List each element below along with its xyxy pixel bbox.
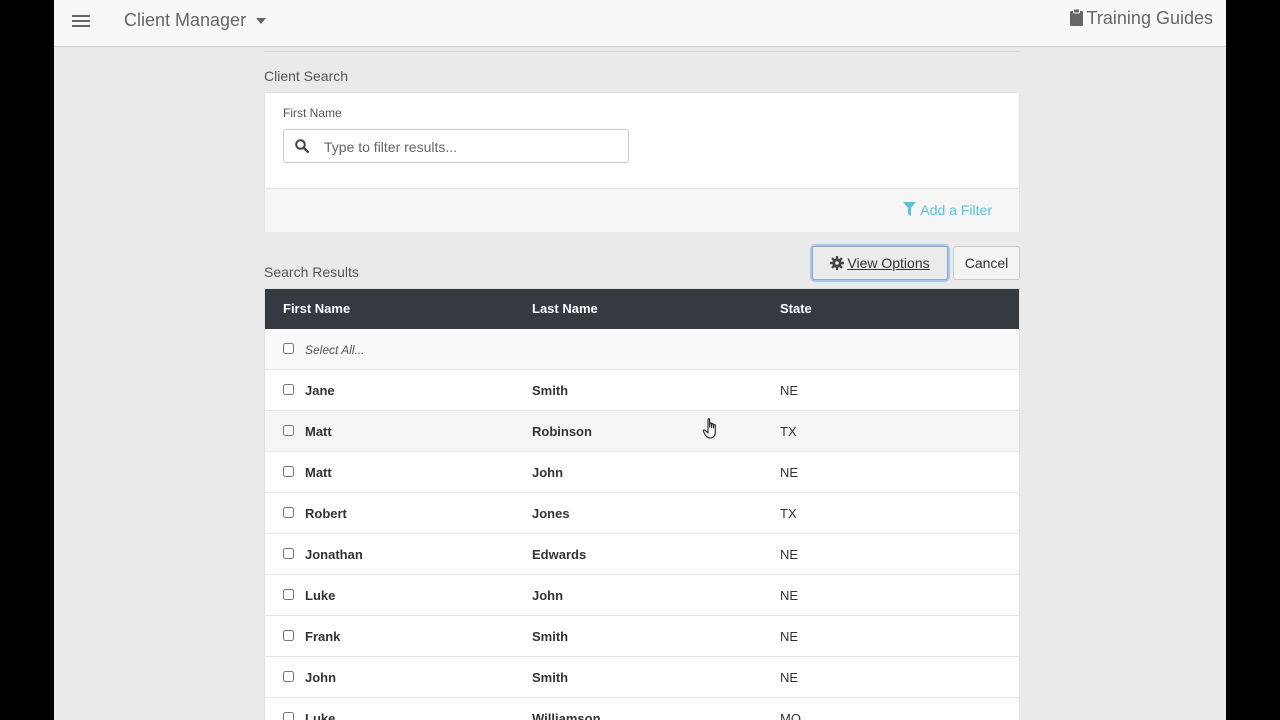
app-switcher-dropdown[interactable]: Client Manager <box>124 10 267 31</box>
last-name-cell: Smith <box>532 383 569 398</box>
select-all-label: Select All... <box>305 343 365 357</box>
filter-icon <box>903 202 917 216</box>
last-name-cell: John <box>532 588 564 603</box>
first-name-search-input[interactable] <box>322 136 616 158</box>
view-options-button[interactable]: View Options <box>812 246 948 280</box>
state-cell: MO <box>780 711 801 720</box>
gear-icon <box>830 256 845 270</box>
first-name-cell: Jane <box>305 383 335 398</box>
first-name-cell: Frank <box>305 629 341 644</box>
table-row[interactable]: Frank Smith NE <box>265 616 1019 657</box>
add-filter-button[interactable]: Add a Filter <box>903 202 992 218</box>
filter-bar: Add a Filter <box>265 188 1019 232</box>
training-guides-link[interactable]: Training Guides <box>1069 8 1213 29</box>
first-name-cell: Matt <box>305 424 332 439</box>
results-table: First Name Last Name State Select All...… <box>264 288 1020 720</box>
last-name-cell: Williamson <box>532 711 601 720</box>
client-search-panel: First Name Add a Filter <box>264 92 1020 232</box>
client-search-heading: Client Search <box>264 68 349 84</box>
last-name-cell: Smith <box>532 670 569 685</box>
state-cell: NE <box>780 670 799 685</box>
column-header-first-name[interactable]: First Name <box>283 301 350 316</box>
table-row[interactable]: John Smith NE <box>265 657 1019 698</box>
last-name-cell: Jones <box>532 506 570 521</box>
table-row[interactable]: Matt John NE <box>265 452 1019 493</box>
first-name-cell: Matt <box>305 465 332 480</box>
divider <box>264 51 1020 52</box>
app-window: Client Manager Training Guides Client Se… <box>54 0 1226 720</box>
first-name-cell: Robert <box>305 506 347 521</box>
state-cell: NE <box>780 465 799 480</box>
row-checkbox[interactable] <box>283 671 294 682</box>
state-cell: NE <box>780 383 799 398</box>
state-cell: NE <box>780 547 799 562</box>
row-checkbox[interactable] <box>283 425 294 436</box>
column-header-last-name[interactable]: Last Name <box>532 301 598 316</box>
caret-down-icon <box>256 18 267 25</box>
state-cell: TX <box>780 506 797 521</box>
row-checkbox[interactable] <box>283 548 294 559</box>
hand-cursor-icon <box>703 418 716 439</box>
clipboard-icon <box>1069 9 1083 26</box>
search-icon <box>295 139 309 153</box>
row-checkbox[interactable] <box>283 384 294 395</box>
first-name-cell: Luke <box>305 711 336 720</box>
first-name-cell: Luke <box>305 588 336 603</box>
view-options-label: View Options <box>847 255 930 271</box>
row-checkbox[interactable] <box>283 507 294 518</box>
menu-icon[interactable] <box>72 12 90 28</box>
training-guides-label: Training Guides <box>1086 8 1213 28</box>
state-cell: NE <box>780 588 799 603</box>
first-name-cell: John <box>305 670 337 685</box>
first-name-label: First Name <box>283 106 342 120</box>
table-row[interactable]: Luke John NE <box>265 575 1019 616</box>
table-row[interactable]: Luke Williamson MO <box>265 698 1019 720</box>
last-name-cell: Robinson <box>532 424 592 439</box>
top-navbar: Client Manager Training Guides <box>54 0 1226 47</box>
column-header-state[interactable]: State <box>780 301 812 316</box>
row-checkbox[interactable] <box>283 466 294 477</box>
table-row[interactable]: Jonathan Edwards NE <box>265 534 1019 575</box>
first-name-cell: Jonathan <box>305 547 363 562</box>
app-title: Client Manager <box>124 10 247 30</box>
search-results-heading: Search Results <box>264 264 359 280</box>
state-cell: TX <box>780 424 797 439</box>
last-name-cell: Smith <box>532 629 569 644</box>
table-row[interactable]: Jane Smith NE <box>265 370 1019 411</box>
select-all-row[interactable]: Select All... <box>265 329 1019 370</box>
add-filter-label: Add a Filter <box>920 202 992 218</box>
table-row[interactable]: Robert Jones TX <box>265 493 1019 534</box>
table-header: First Name Last Name State <box>265 289 1019 329</box>
last-name-cell: Edwards <box>532 547 587 562</box>
cancel-button[interactable]: Cancel <box>953 246 1020 280</box>
row-checkbox[interactable] <box>283 589 294 600</box>
row-checkbox[interactable] <box>283 630 294 641</box>
state-cell: NE <box>780 629 799 644</box>
first-name-search-box[interactable] <box>283 129 629 163</box>
row-checkbox[interactable] <box>283 712 294 720</box>
select-all-checkbox[interactable] <box>283 343 294 354</box>
table-row[interactable]: Matt Robinson TX <box>265 411 1019 452</box>
last-name-cell: John <box>532 465 564 480</box>
